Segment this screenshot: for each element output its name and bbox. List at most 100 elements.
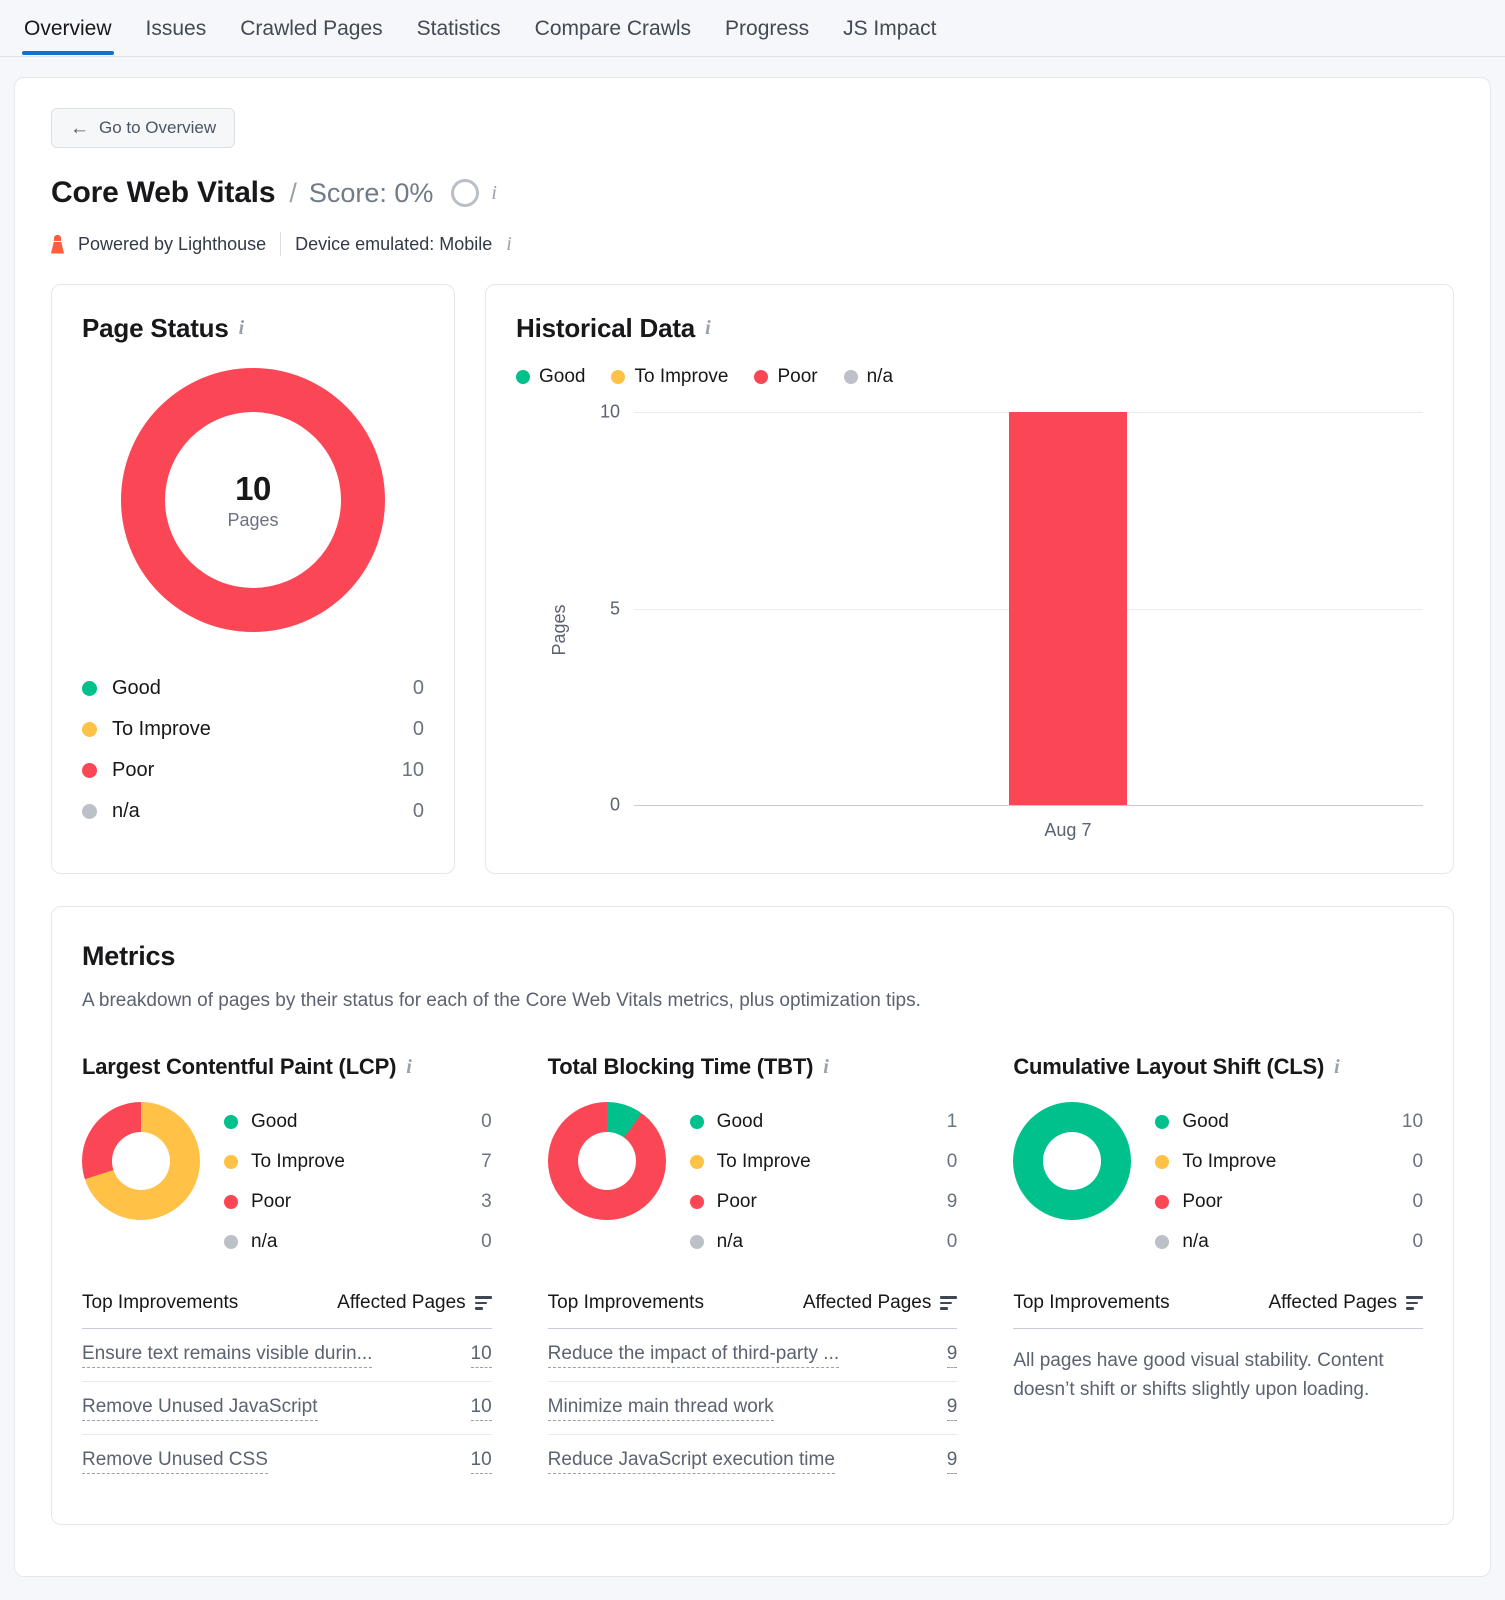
column-header-top-improvements: Top Improvements [548, 1292, 704, 1314]
page-status-info-icon[interactable]: i [239, 317, 244, 340]
dot-na-icon [1155, 1235, 1169, 1249]
improvement-link[interactable]: Ensure text remains visible durin... [82, 1343, 372, 1368]
chart-gridline [634, 805, 1423, 806]
metric-cls-legend: Good 10 To Improve 0 Poor 0 [1155, 1102, 1423, 1262]
improvement-link[interactable]: Reduce the impact of third-party ... [548, 1343, 839, 1368]
metric-column-tbt: Total Blocking Time (TBT) i Good 1 [548, 1054, 958, 1488]
metric-lcp-donut-chart [82, 1102, 200, 1220]
core-web-vitals-panel: ← Go to Overview Core Web Vitals / Score… [14, 77, 1491, 1577]
tab-compare-crawls[interactable]: Compare Crawls [533, 16, 693, 55]
go-to-overview-button[interactable]: ← Go to Overview [51, 108, 235, 148]
historical-info-icon[interactable]: i [705, 317, 710, 340]
metric-tbt-legend: Good 1 To Improve 0 Poor 9 [690, 1102, 958, 1262]
metric-column-cls: Cumulative Layout Shift (CLS) i Good 10 [1013, 1054, 1423, 1488]
improvement-link[interactable]: Minimize main thread work [548, 1396, 774, 1421]
dot-good-icon [224, 1115, 238, 1129]
chart-legend-poor[interactable]: Poor [754, 366, 817, 388]
legend-item-poor: Poor 0 [1155, 1182, 1423, 1222]
legend-item-na: n/a 0 [690, 1222, 958, 1262]
legend-label-na: n/a [251, 1231, 277, 1253]
metric-lcp-info-icon[interactable]: i [406, 1056, 411, 1079]
legend-label-poor: Poor [251, 1191, 291, 1213]
metric-cls-body: Good 10 To Improve 0 Poor 0 [1013, 1102, 1423, 1262]
dot-poor-icon [82, 763, 97, 778]
dot-good-icon [516, 370, 530, 384]
table-row: Reduce JavaScript execution time 9 [548, 1435, 958, 1488]
legend-label-to-improve: To Improve [112, 718, 211, 741]
historical-bar-chart: Pages 0510Aug 7 [516, 412, 1423, 847]
legend-label-good: Good [717, 1111, 763, 1133]
metrics-card: Metrics A breakdown of pages by their st… [51, 906, 1454, 1525]
column-header-affected-pages: Affected Pages [803, 1292, 932, 1314]
tab-statistics[interactable]: Statistics [415, 16, 503, 55]
chart-y-tick-label: 5 [610, 598, 620, 619]
legend-label-na: n/a [112, 800, 140, 823]
column-header-top-improvements: Top Improvements [82, 1292, 238, 1314]
improvement-count[interactable]: 9 [947, 1343, 958, 1368]
tab-overview[interactable]: Overview [22, 16, 114, 55]
column-header-top-improvements: Top Improvements [1013, 1292, 1169, 1314]
legend-value-na: 0 [927, 1231, 957, 1253]
metric-lcp-legend: Good 0 To Improve 7 Poor 3 [224, 1102, 492, 1262]
improvement-link[interactable]: Remove Unused JavaScript [82, 1396, 318, 1421]
dot-poor-icon [690, 1195, 704, 1209]
column-header-affected-pages: Affected Pages [1268, 1292, 1397, 1314]
device-info-icon[interactable]: i [506, 233, 512, 256]
metric-tbt-donut-chart [548, 1102, 666, 1220]
tab-crawled-pages[interactable]: Crawled Pages [238, 16, 384, 55]
legend-item-to-improve: To Improve 0 [690, 1142, 958, 1182]
improvement-count[interactable]: 10 [471, 1343, 492, 1368]
metric-tbt-table-header: Top Improvements Affected Pages [548, 1292, 958, 1329]
metric-cls-info-icon[interactable]: i [1334, 1056, 1339, 1079]
legend-item-good: Good 1 [690, 1102, 958, 1142]
improvement-link[interactable]: Reduce JavaScript execution time [548, 1449, 835, 1474]
tab-progress[interactable]: Progress [723, 16, 811, 55]
legend-value-na: 0 [462, 1231, 492, 1253]
chart-legend-good[interactable]: Good [516, 366, 585, 388]
legend-value-good: 0 [462, 1111, 492, 1133]
score-info-icon[interactable]: i [491, 182, 497, 205]
tab-js-impact[interactable]: JS Impact [841, 16, 938, 55]
improvement-link[interactable]: Remove Unused CSS [82, 1449, 268, 1474]
chart-legend-to-improve[interactable]: To Improve [611, 366, 728, 388]
page-status-total-value: 10 [235, 470, 271, 508]
metric-tbt-title-row: Total Blocking Time (TBT) i [548, 1054, 958, 1080]
dot-poor-icon [224, 1195, 238, 1209]
improvement-count[interactable]: 9 [947, 1396, 958, 1421]
score-ring-icon [451, 179, 479, 207]
legend-value-good: 0 [394, 677, 424, 700]
metric-tbt-info-icon[interactable]: i [823, 1056, 828, 1079]
legend-value-poor: 0 [1393, 1191, 1423, 1213]
sort-descending-icon[interactable] [1406, 1296, 1423, 1310]
chart-legend-na[interactable]: n/a [844, 366, 893, 388]
lighthouse-icon [51, 235, 64, 254]
sort-descending-icon[interactable] [940, 1296, 957, 1310]
legend-value-to-improve: 0 [394, 718, 424, 741]
chart-bar-poor[interactable] [1009, 412, 1127, 805]
page-status-card: Page Status i 10 Pages Good 0 [51, 284, 455, 874]
chart-plot-area: 0510Aug 7 [634, 412, 1423, 805]
dot-poor-icon [1155, 1195, 1169, 1209]
tab-issues[interactable]: Issues [144, 16, 209, 55]
chart-legend-to-improve-label: To Improve [634, 366, 728, 388]
metric-cls-title: Cumulative Layout Shift (CLS) [1013, 1054, 1324, 1080]
dot-to-improve-icon [611, 370, 625, 384]
chart-legend-good-label: Good [539, 366, 585, 388]
table-row: Minimize main thread work 9 [548, 1382, 958, 1435]
table-row: Remove Unused JavaScript 10 [82, 1382, 492, 1435]
title-separator: / [289, 178, 297, 209]
top-cards-grid: Page Status i 10 Pages Good 0 [51, 284, 1454, 874]
legend-item-to-improve: To Improve 0 [1155, 1142, 1423, 1182]
metric-tbt-body: Good 1 To Improve 0 Poor 9 [548, 1102, 958, 1262]
metrics-description: A breakdown of pages by their status for… [82, 990, 1423, 1012]
improvement-count[interactable]: 10 [471, 1396, 492, 1421]
legend-label-na: n/a [1182, 1231, 1208, 1253]
page-status-total-label: Pages [227, 510, 278, 531]
dot-good-icon [690, 1115, 704, 1129]
legend-label-na: n/a [717, 1231, 743, 1253]
sort-descending-icon[interactable] [475, 1296, 492, 1310]
legend-label-good: Good [112, 677, 161, 700]
dot-good-icon [1155, 1115, 1169, 1129]
improvement-count[interactable]: 9 [947, 1449, 958, 1474]
improvement-count[interactable]: 10 [471, 1449, 492, 1474]
